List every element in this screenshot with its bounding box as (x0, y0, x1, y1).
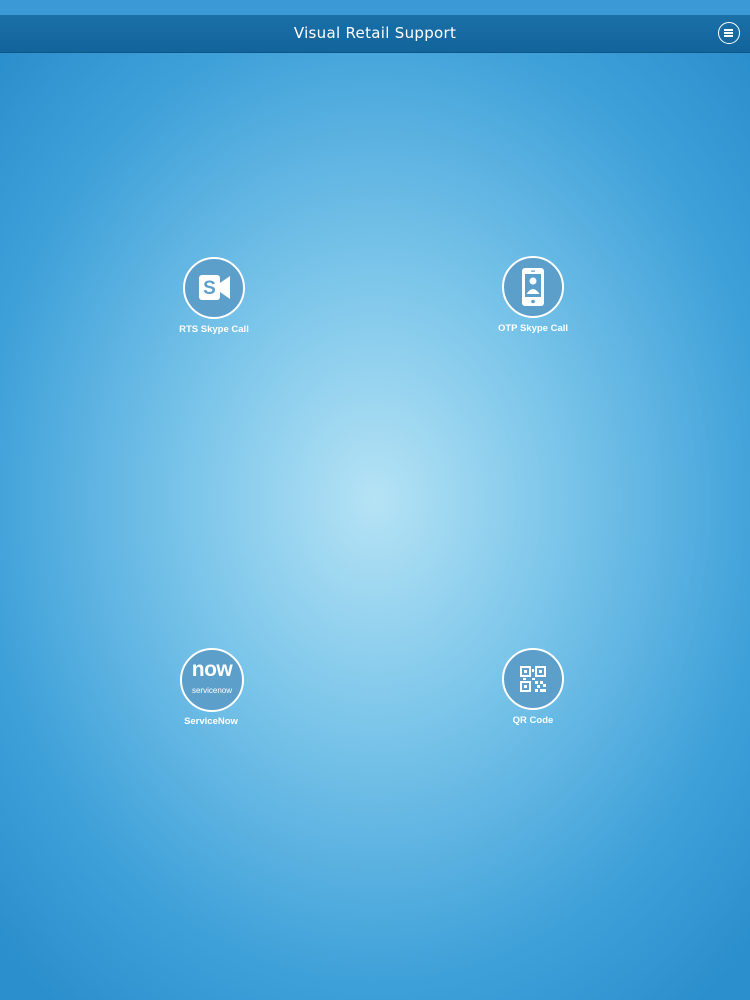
skype-video-icon: S (183, 257, 245, 319)
navigation-bar: Visual Retail Support (0, 15, 750, 53)
tile-label: RTS Skype Call (179, 324, 249, 335)
phone-contact-icon (502, 256, 564, 318)
qr-code-icon (502, 648, 564, 710)
servicenow-logo-text: now (191, 658, 233, 681)
svg-text:S: S (203, 278, 216, 299)
servicenow-logo-subtext: servicenow (191, 686, 232, 695)
servicenow-logo: now servicenow (180, 648, 244, 712)
menu-button[interactable] (718, 22, 740, 44)
servicenow-button[interactable]: now servicenow ServiceNow (158, 648, 268, 738)
qr-code-button[interactable]: QR Code (480, 648, 590, 738)
tile-label: ServiceNow (184, 716, 238, 727)
rts-skype-call-button[interactable]: S RTS Skype Call (161, 257, 271, 347)
status-bar (0, 0, 750, 15)
otp-skype-call-button[interactable]: OTP Skype Call (480, 256, 590, 346)
hamburger-menu-icon (724, 29, 733, 37)
tile-label: QR Code (512, 715, 554, 726)
page-title: Visual Retail Support (293, 24, 457, 42)
tile-label: OTP Skype Call (497, 323, 569, 334)
